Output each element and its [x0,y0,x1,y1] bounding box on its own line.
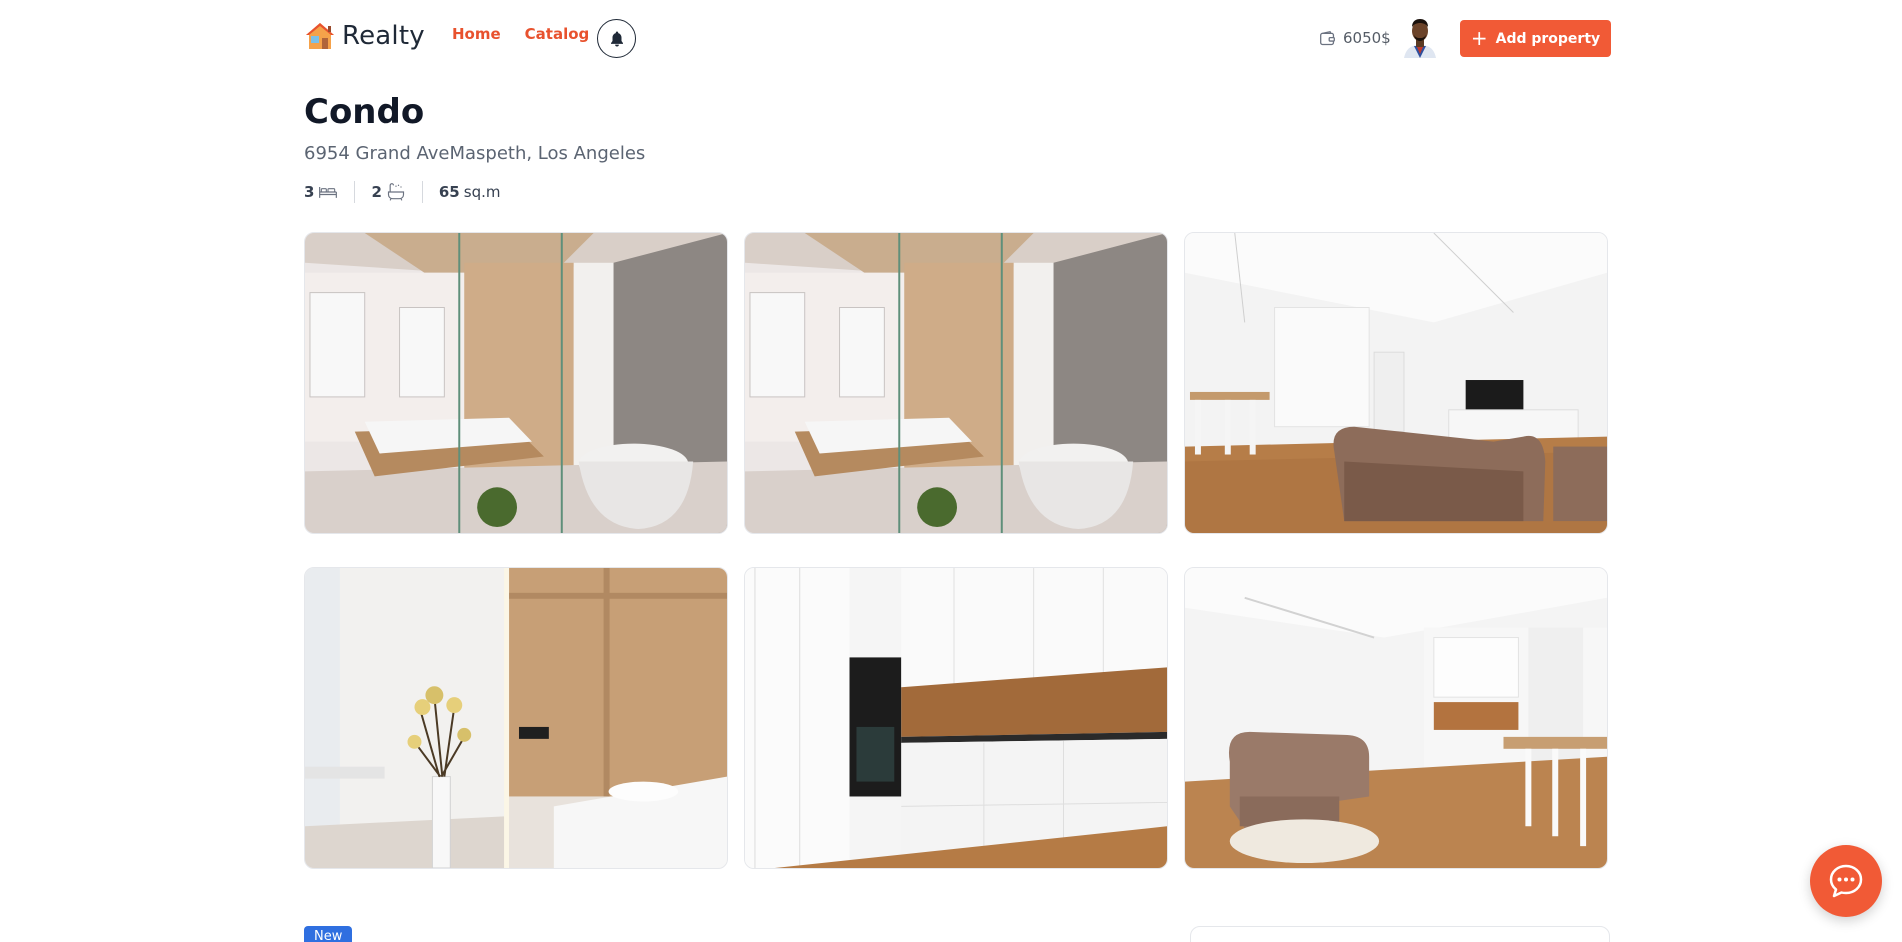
area-spec: 65 sq.m [439,183,501,201]
bed-icon [319,187,338,198]
living-room-sofa-image [1185,568,1607,868]
spec-divider [421,181,423,203]
property-specs: 3 2 65 sq.m [304,181,500,203]
logo[interactable]: Realty [304,20,425,52]
add-property-label: Add property [1495,30,1601,47]
nav-home-link[interactable]: Home [452,25,501,43]
kitchen-image [745,568,1167,868]
property-address: 6954 Grand AveMaspeth, Los Angeles [304,143,646,164]
wallet-balance[interactable]: 6050$ [1319,29,1391,47]
photo-gallery [304,232,1610,869]
nav-catalog-link[interactable]: Catalog [525,25,590,43]
brand-name: Realty [342,21,425,51]
agent-card [1190,926,1610,942]
bedroom-wood-wall-image [305,568,727,868]
bathrooms-count: 2 [371,183,382,201]
main-nav: Home Catalog [452,25,589,43]
add-property-button[interactable]: + Add property [1460,20,1611,57]
bedroom-bathroom-image [745,233,1167,533]
gallery-photo[interactable] [304,567,728,869]
property-title: Condo [304,92,425,132]
wallet-amount: 6050$ [1343,29,1391,47]
spec-divider [354,181,356,203]
house-logo-icon [306,23,334,49]
wallet-icon [1320,30,1335,45]
plus-icon: + [1470,25,1488,50]
area-value: 65 [438,183,460,201]
gallery-photo[interactable] [744,232,1168,534]
bath-icon [387,183,404,201]
bedrooms-spec: 3 [304,183,338,201]
bedroom-bathroom-image [305,233,727,533]
gallery-photo[interactable] [1184,232,1608,534]
bedrooms-count: 3 [304,183,315,201]
bell-icon [610,31,623,46]
gallery-photo[interactable] [304,232,728,534]
notifications-button[interactable] [597,19,636,58]
living-dining-image [1185,233,1607,533]
chat-icon [1829,864,1863,898]
area-unit: sq.m [463,183,501,201]
bathrooms-spec: 2 [371,182,405,202]
gallery-photo[interactable] [744,567,1168,869]
user-avatar[interactable] [1400,16,1440,58]
chat-button[interactable] [1810,845,1882,917]
new-badge: New [304,926,353,942]
gallery-photo[interactable] [1184,567,1608,869]
top-header: Realty Home Catalog 6050$ + Add property [304,16,1611,62]
